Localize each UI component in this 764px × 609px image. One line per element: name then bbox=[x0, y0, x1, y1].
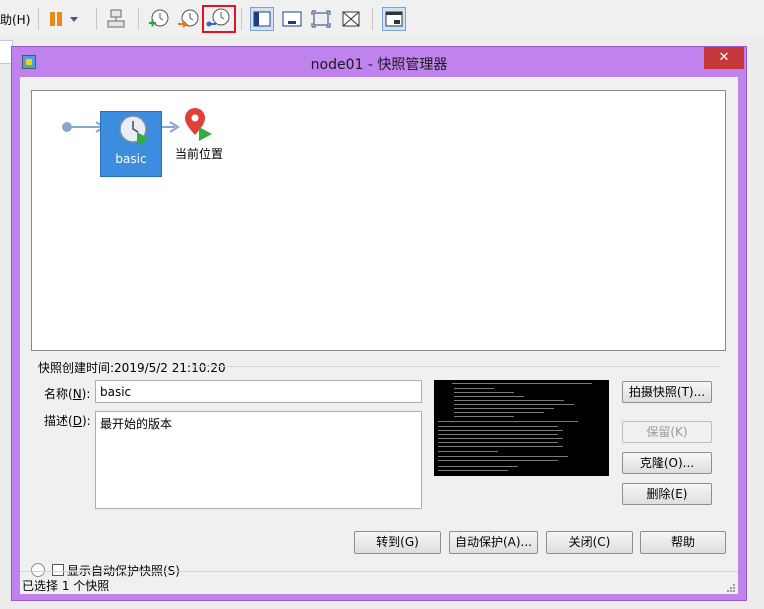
network-icon bbox=[107, 9, 125, 28]
delete-button[interactable]: 删除(E) bbox=[622, 483, 712, 505]
status-bar: 已选择 1 个快照 bbox=[20, 571, 738, 595]
unity-icon bbox=[342, 11, 360, 27]
take-snapshot-button[interactable] bbox=[146, 7, 170, 31]
help-button[interactable]: 帮助 bbox=[640, 531, 726, 554]
host-toolbar: 助(H) bbox=[0, 0, 764, 39]
pause-button[interactable] bbox=[46, 7, 86, 31]
play-icon bbox=[199, 127, 212, 141]
autoprotect-button[interactable]: 自动保护(A)... bbox=[449, 531, 538, 554]
sidebar-button[interactable] bbox=[250, 7, 274, 31]
sidebar-icon bbox=[253, 11, 271, 27]
chevron-down-icon bbox=[70, 17, 78, 22]
snapshot-add-icon bbox=[149, 9, 169, 27]
name-label: 名称(N): bbox=[44, 387, 91, 401]
description-label: 描述(D): bbox=[44, 414, 91, 428]
snapshot-revert-icon bbox=[178, 9, 199, 28]
close-button[interactable]: 关闭(C) bbox=[546, 531, 633, 554]
help-menu[interactable]: 助(H) bbox=[0, 11, 30, 28]
fullscreen-icon bbox=[311, 10, 331, 28]
revert-snapshot-button[interactable] bbox=[176, 7, 200, 31]
snapshot-description-field[interactable]: 最开始的版本 bbox=[95, 411, 422, 509]
current-position-label: 当前位置 bbox=[175, 147, 224, 161]
keep-button: 保留(K) bbox=[622, 421, 712, 443]
group-divider bbox=[192, 366, 720, 367]
dialog-title: node01 - 快照管理器 bbox=[310, 57, 448, 73]
console-button[interactable] bbox=[280, 7, 304, 31]
snapshot-created-time: 快照创建时间:2019/5/2 21:10:20 bbox=[38, 361, 226, 375]
status-text: 已选择 1 个快照 bbox=[22, 579, 110, 593]
network-button[interactable] bbox=[104, 7, 128, 31]
pause-icon bbox=[50, 12, 78, 26]
snapshot-manager-dialog: node01 - 快照管理器 ✕ basic 当前位置 快照创建时间:2019/… bbox=[11, 46, 747, 601]
snapshot-thumbnail bbox=[434, 380, 609, 476]
thumbnail-view-icon bbox=[385, 11, 403, 27]
toolbar-separator bbox=[138, 8, 139, 30]
snapshot-name-field[interactable] bbox=[95, 380, 422, 403]
title-bar[interactable]: node01 - 快照管理器 ✕ bbox=[12, 47, 746, 77]
snapshot-tree-canvas[interactable]: basic 当前位置 bbox=[31, 90, 726, 351]
snapshot-manager-icon bbox=[206, 8, 230, 27]
console-icon bbox=[282, 11, 302, 27]
toolbar-separator bbox=[241, 8, 242, 30]
dialog-body: basic 当前位置 快照创建时间:2019/5/2 21:10:20 名称(N… bbox=[20, 77, 738, 594]
toolbar-separator bbox=[96, 8, 97, 30]
take-snapshot-dialog-button[interactable]: 拍摄快照(T)... bbox=[622, 381, 712, 403]
close-icon: ✕ bbox=[718, 50, 730, 65]
close-window-button[interactable]: ✕ bbox=[704, 47, 744, 69]
fullscreen-button[interactable] bbox=[309, 7, 333, 31]
current-position-icon bbox=[185, 108, 212, 141]
unity-button[interactable] bbox=[339, 7, 363, 31]
resize-grip-icon[interactable] bbox=[726, 583, 736, 593]
clone-button[interactable]: 克隆(O)... bbox=[622, 452, 712, 474]
goto-button[interactable]: 转到(G) bbox=[354, 531, 441, 554]
snapshot-manager-button[interactable] bbox=[202, 5, 236, 33]
toolbar-separator bbox=[372, 8, 373, 30]
thumbnail-view-button[interactable] bbox=[382, 7, 406, 31]
toolbar-separator bbox=[38, 8, 39, 30]
